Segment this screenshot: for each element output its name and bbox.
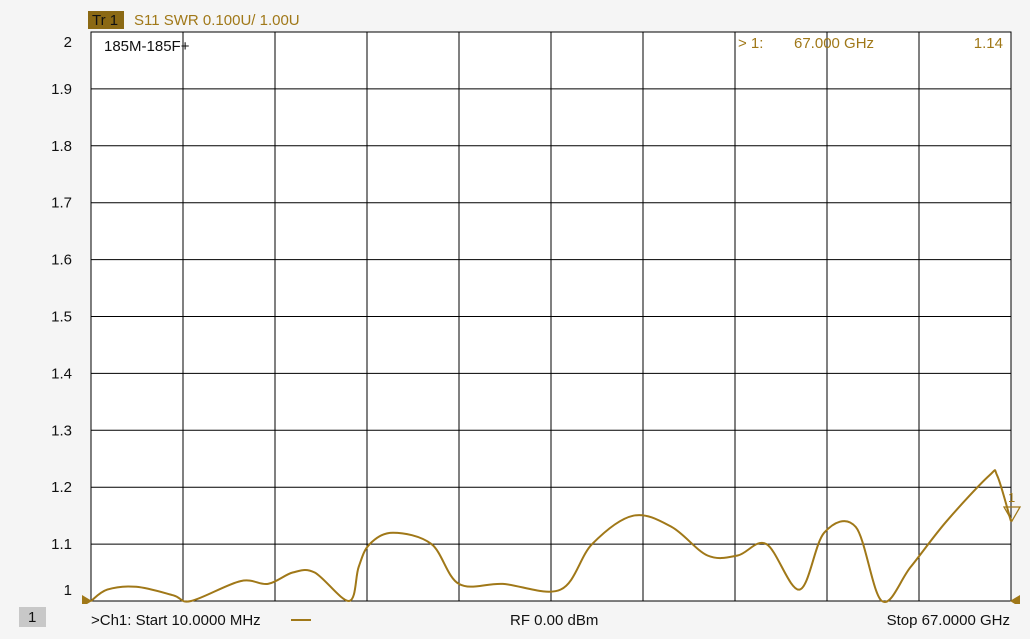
trace-point <box>292 571 294 574</box>
sweep-start[interactable]: >Ch1: Start 10.0000 MHz <box>91 612 261 629</box>
trace-point <box>910 566 912 568</box>
y-tick-label: 1 <box>64 582 72 599</box>
marker-symbol-label: 1 <box>1008 490 1015 505</box>
trace-point <box>502 583 504 585</box>
sweep-stop[interactable]: Stop 67.0000 GHz <box>887 612 1010 629</box>
trace-point <box>823 532 825 534</box>
y-tick-label: 1.7 <box>51 195 72 212</box>
trace-point <box>369 543 371 545</box>
trace-point <box>988 475 990 477</box>
trace-label: Tr 1 <box>92 12 118 29</box>
y-tick-label: 1.9 <box>51 81 72 98</box>
trace-point <box>559 589 562 591</box>
trace-point <box>430 543 433 545</box>
y-tick-label: 1.3 <box>51 422 72 439</box>
trace-point <box>632 515 634 517</box>
y-tick-label: 1.4 <box>51 365 72 382</box>
trace-annotation: 185M-185F+ <box>104 38 190 55</box>
y-tick-label: 1.8 <box>51 138 72 155</box>
trace-point <box>671 526 673 528</box>
trace-point <box>106 589 108 591</box>
trace-point <box>172 594 174 596</box>
trace-point <box>591 543 593 545</box>
channel-number: 1 <box>28 609 36 626</box>
trace-point <box>798 589 801 591</box>
trace-point <box>996 475 998 477</box>
trace-point <box>348 600 350 602</box>
trace-point <box>765 543 768 545</box>
trace-point <box>458 583 460 585</box>
trace-point <box>706 554 709 557</box>
trace-point <box>358 566 360 568</box>
trace-point <box>190 600 192 602</box>
y-tick-label: 1.6 <box>51 252 72 269</box>
rf-power[interactable]: RF 0.00 dBm <box>510 612 598 629</box>
trace-point <box>855 526 857 528</box>
trace-point <box>881 600 883 602</box>
marker-frequency: 67.000 GHz <box>794 35 874 52</box>
trace-point <box>314 571 316 574</box>
trace-point <box>392 532 394 534</box>
trace-title: S11 SWR 0.100U/ 1.00U <box>134 12 300 29</box>
y-tick-label: 2 <box>64 34 72 51</box>
y-tick-label: 1.2 <box>51 479 72 496</box>
trace-point <box>240 580 242 582</box>
vna-screen: 2 1.9 1.8 1.7 1.6 1.5 1.4 1.3 1.2 1.1 1 Tr 1 S11 S… <box>0 0 1030 639</box>
trace-point <box>267 583 269 585</box>
marker-label: > 1: <box>738 35 763 52</box>
y-tick-label: 1.1 <box>51 536 72 553</box>
y-tick-label: 1.5 <box>51 309 72 326</box>
marker-value: 1.14 <box>974 35 1003 52</box>
trace-point <box>945 520 948 522</box>
trace-point <box>135 586 137 588</box>
chart: 2 1.9 1.8 1.7 1.6 1.5 1.4 1.3 1.2 1.1 1 Tr 1 S11 S… <box>0 0 1030 639</box>
trace-point <box>737 554 739 557</box>
